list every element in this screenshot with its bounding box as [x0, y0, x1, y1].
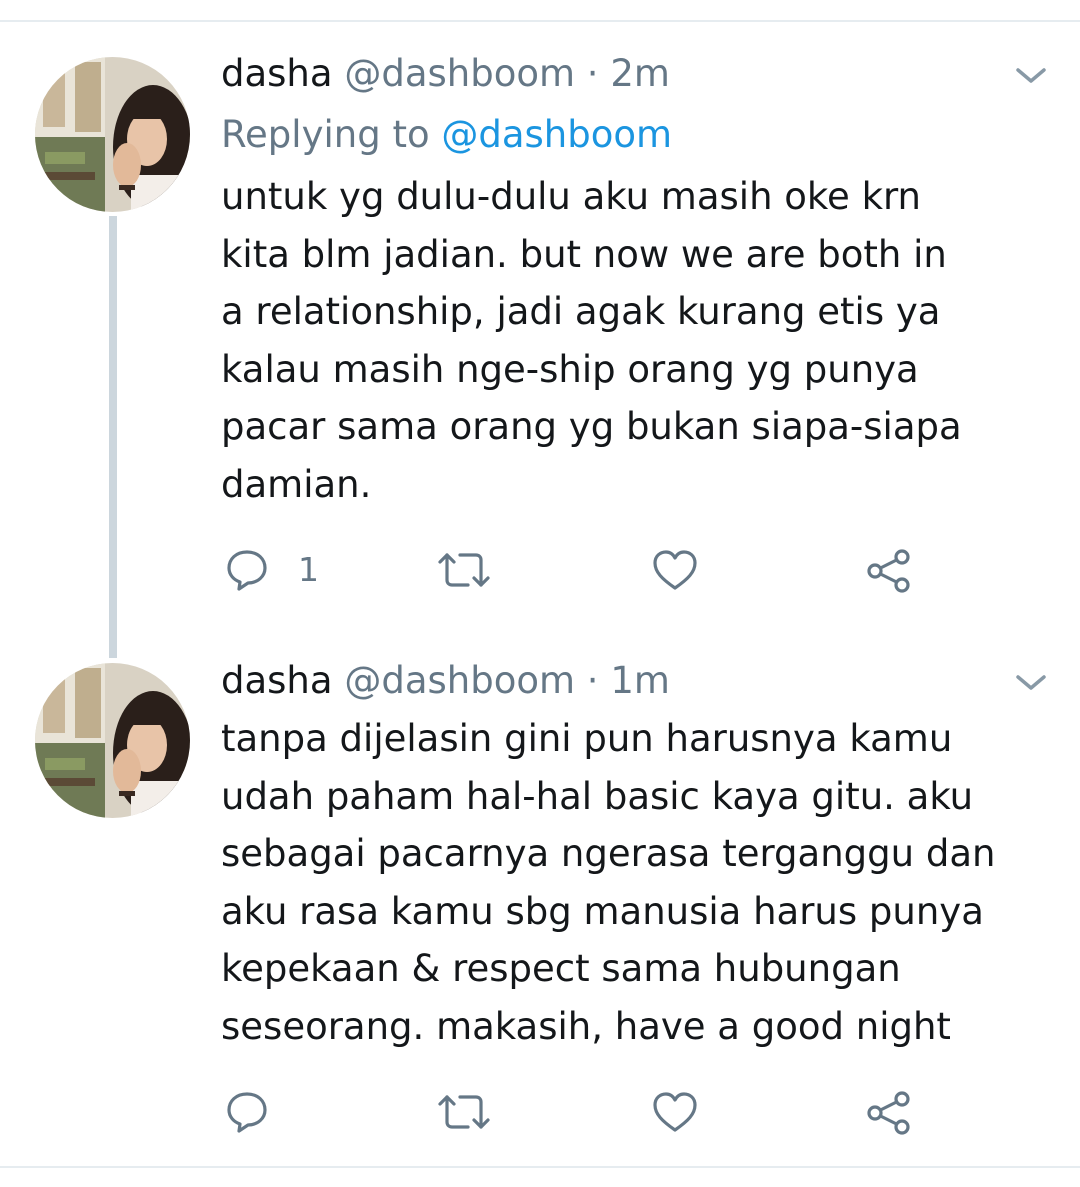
tweet-text-line: sebagai pacarnya ngerasa terganggu dan	[221, 832, 996, 875]
like-icon	[653, 550, 697, 590]
tweet-menu-button[interactable]	[1014, 66, 1048, 86]
reply-icon	[227, 550, 267, 591]
replying-to-label: Replying to	[221, 113, 430, 156]
tweet-text-line: untuk yg dulu-dulu aku masih oke krn	[221, 175, 922, 218]
like-button[interactable]	[652, 548, 698, 592]
tweet-text: untuk yg dulu-dulu aku masih oke krn kit…	[221, 168, 1061, 513]
share-icon	[867, 1091, 910, 1135]
timestamp[interactable]: 1m	[610, 659, 670, 702]
like-button[interactable]	[652, 1090, 698, 1134]
retweet-icon	[438, 1095, 490, 1129]
separator-dot: ·	[586, 52, 599, 95]
chevron-down-icon	[1016, 675, 1046, 690]
user-handle[interactable]: @dashboom	[344, 659, 575, 702]
tweet-text-line: damian.	[221, 462, 372, 506]
chevron-down-icon	[1016, 68, 1046, 83]
retweet-button[interactable]	[436, 1090, 492, 1134]
like-icon	[653, 1092, 697, 1132]
tweet-header: dasha @dashboom · 1m	[221, 659, 670, 703]
bottom-divider	[0, 1166, 1080, 1168]
replying-to-line: Replying to @dashboom	[221, 113, 672, 157]
reply-icon	[227, 1092, 267, 1133]
tweet-header: dasha @dashboom · 2m	[221, 52, 670, 96]
retweet-button[interactable]	[436, 548, 492, 592]
share-button[interactable]	[866, 548, 912, 593]
tweet-text-line: tanpa dijelasin gini pun harusnya kamu	[221, 717, 953, 760]
reply-button[interactable]	[224, 1090, 344, 1134]
avatar[interactable]	[35, 57, 190, 212]
share-button[interactable]	[866, 1090, 912, 1135]
display-name[interactable]: dasha	[221, 52, 333, 95]
tweet-text-line: kita blm jadian. but now we are both in	[221, 232, 947, 276]
retweet-icon	[438, 553, 490, 587]
tweet-menu-button[interactable]	[1014, 673, 1048, 693]
thread-connector-line	[109, 216, 117, 658]
tweet-text-line: seseorang. makasih, have a good night	[221, 1004, 951, 1048]
reply-count: 1	[298, 550, 319, 589]
display-name[interactable]: dasha	[221, 659, 333, 702]
tweet-text-line: pacar sama orang yg bukan siapa-siapa	[221, 405, 962, 448]
separator-dot: ·	[586, 659, 599, 702]
tweet-text: tanpa dijelasin gini pun harusnya kamu u…	[221, 710, 1061, 1055]
user-handle[interactable]: @dashboom	[344, 52, 575, 95]
avatar-photo	[35, 57, 190, 212]
avatar[interactable]	[35, 663, 190, 818]
tweet-text-line: kalau masih nge-ship orang yg punya	[221, 347, 919, 391]
tweet-text-line: kepekaan & respect sama hubungan	[221, 947, 901, 990]
tweet-text-line: a relationship, jadi agak kurang etis ya	[221, 290, 941, 333]
tweet-text-line: aku rasa kamu sbg manusia harus punya	[221, 889, 984, 933]
replying-to-mention[interactable]: @dashboom	[441, 113, 672, 156]
timestamp[interactable]: 2m	[610, 52, 670, 95]
top-divider	[0, 20, 1080, 22]
tweet-text-line: udah paham hal-hal basic kaya gitu. aku	[221, 774, 974, 818]
reply-button[interactable]: 1	[224, 548, 344, 592]
avatar-photo	[35, 663, 190, 818]
share-icon	[867, 549, 910, 593]
